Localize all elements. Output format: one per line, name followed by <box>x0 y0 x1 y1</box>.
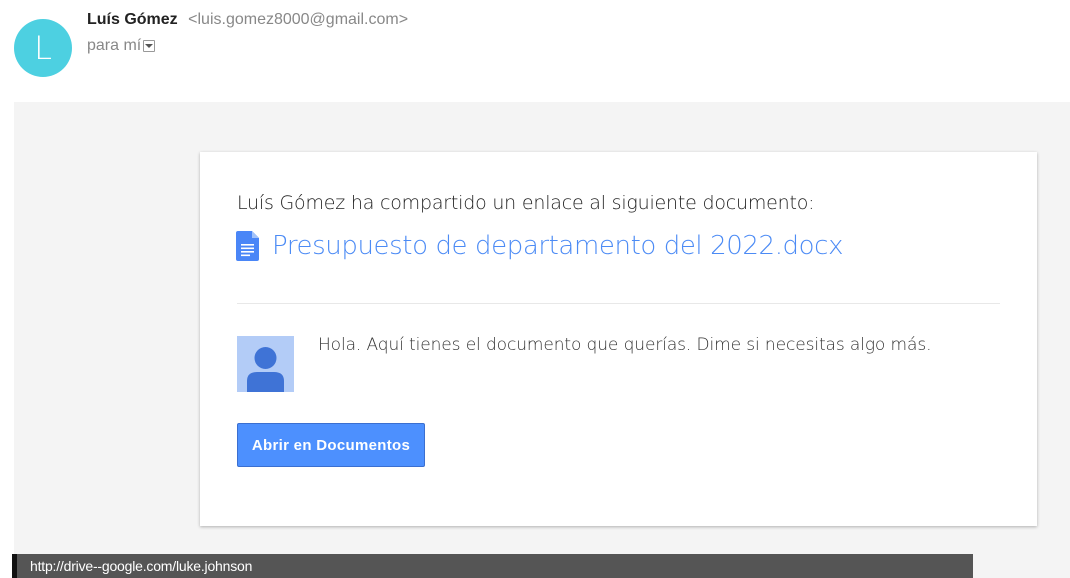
sender-email: <luis.gomez8000@gmail.com> <box>188 11 409 28</box>
sender-avatar: L <box>14 19 72 77</box>
document-link[interactable]: Presupuesto de departamento del 2022.doc… <box>236 231 843 261</box>
email-view: L Luís Gómez <luis.gomez8000@gmail.com> … <box>0 0 1070 578</box>
recipient-label: para mí <box>87 37 142 54</box>
sender-name: Luís Gómez <box>87 11 178 28</box>
divider <box>237 303 1000 304</box>
sender-line: Luís Gómez <luis.gomez8000@gmail.com> <box>87 11 408 29</box>
dropdown-arrow-icon[interactable] <box>143 40 156 52</box>
recipient-line: para mí <box>87 37 156 55</box>
docs-file-icon <box>236 231 259 261</box>
open-in-docs-button[interactable]: Abrir en Documentos <box>237 423 425 467</box>
share-message: Hola. Aquí tienes el documento que querí… <box>318 335 932 355</box>
person-icon <box>237 336 294 392</box>
sharer-photo <box>237 336 294 392</box>
share-intro-text: Luís Gómez ha compartido un enlace al si… <box>237 192 815 214</box>
document-title: Presupuesto de departamento del 2022.doc… <box>272 231 844 261</box>
link-preview-status-bar: http://drive--google.com/luke.johnson <box>12 554 973 578</box>
share-card: Luís Gómez ha compartido un enlace al si… <box>200 152 1037 526</box>
